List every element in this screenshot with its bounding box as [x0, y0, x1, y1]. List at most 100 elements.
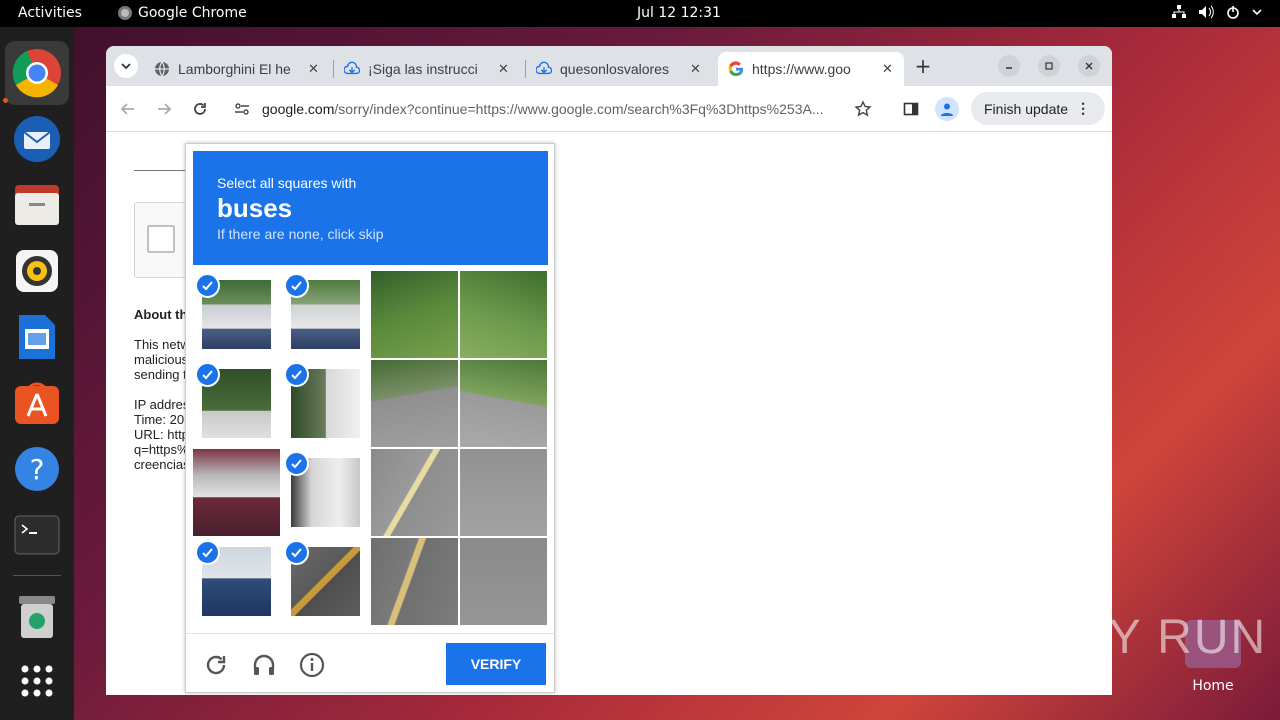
- dock-writer[interactable]: [5, 305, 69, 369]
- arrow-left-icon: [120, 103, 134, 115]
- checkmark-icon: [195, 273, 220, 298]
- tab-lamborghini[interactable]: Lamborghini El he ✕: [146, 52, 328, 86]
- chevron-down-icon: [121, 63, 131, 70]
- tab-google-active[interactable]: https://www.goo ✕: [718, 52, 904, 86]
- site-settings-icon[interactable]: [234, 101, 250, 121]
- dock-terminal[interactable]: [5, 503, 69, 567]
- close-icon[interactable]: ✕: [498, 61, 509, 77]
- para-line: malicious: [134, 352, 189, 367]
- tile-image: [193, 449, 280, 536]
- minimize-button[interactable]: [998, 55, 1020, 77]
- reload-button[interactable]: [189, 98, 211, 120]
- dock-show-apps[interactable]: [5, 649, 69, 713]
- tile-image: [460, 271, 547, 358]
- url-text[interactable]: google.com/sorry/index?continue=https://…: [262, 101, 846, 117]
- close-icon[interactable]: ✕: [690, 61, 701, 77]
- checkmark-icon: [195, 540, 220, 565]
- captcha-tile[interactable]: [282, 538, 369, 625]
- system-tray[interactable]: [1172, 5, 1262, 23]
- side-panel-button[interactable]: [900, 98, 922, 120]
- app-menu[interactable]: Google Chrome: [118, 5, 247, 21]
- finish-update-button[interactable]: Finish update ⋮: [971, 92, 1105, 125]
- para-line: URL: http: [134, 427, 189, 442]
- download-icon: [344, 61, 360, 77]
- para-line: sending t: [134, 367, 187, 382]
- dock-thunderbird[interactable]: [5, 107, 69, 171]
- tab-siga[interactable]: ¡Siga las instrucci ✕: [338, 52, 520, 86]
- reload-challenge-button[interactable]: [203, 652, 229, 678]
- maximize-button[interactable]: [1038, 55, 1060, 77]
- writer-icon: [19, 315, 55, 359]
- captcha-tile[interactable]: [460, 449, 547, 536]
- about-paragraph: This netw malicious sending t: [134, 337, 190, 382]
- captcha-tile[interactable]: [282, 449, 369, 536]
- checkmark-icon: [195, 362, 220, 387]
- info-button[interactable]: [299, 652, 325, 678]
- captcha-tile[interactable]: [193, 360, 280, 447]
- para-line: q=https%: [134, 442, 189, 457]
- dock-trash[interactable]: [5, 585, 69, 649]
- captcha-tile[interactable]: [193, 538, 280, 625]
- running-indicator: [3, 98, 8, 103]
- activities-button[interactable]: Activities: [18, 5, 82, 21]
- captcha-tile[interactable]: [460, 271, 547, 358]
- dock-app-center[interactable]: [5, 371, 69, 435]
- back-button[interactable]: [117, 98, 139, 120]
- tile-image: [371, 271, 458, 358]
- power-icon: [1226, 5, 1240, 23]
- captcha-tile[interactable]: [282, 360, 369, 447]
- verify-button[interactable]: VERIFY: [446, 643, 546, 685]
- checkmark-icon: [284, 273, 309, 298]
- network-icon: [1172, 5, 1186, 23]
- close-icon[interactable]: ✕: [882, 61, 893, 77]
- dock-chrome[interactable]: [5, 41, 69, 105]
- bookmark-star-icon[interactable]: [854, 100, 872, 122]
- tab-quesonlosvalores[interactable]: quesonlosvalores ✕: [530, 52, 716, 86]
- tile-image: [371, 360, 458, 447]
- svg-text:?: ?: [30, 453, 45, 486]
- tab-title: quesonlosvalores: [560, 61, 669, 77]
- forward-button[interactable]: [153, 98, 175, 120]
- thunderbird-icon: [14, 116, 60, 162]
- dock-files[interactable]: [5, 173, 69, 237]
- close-icon[interactable]: ✕: [308, 61, 319, 77]
- tab-title: Lamborghini El he: [178, 61, 291, 77]
- captcha-tile[interactable]: [193, 271, 280, 358]
- tab-search-button[interactable]: [114, 54, 138, 78]
- maximize-icon: [1045, 62, 1053, 70]
- profile-icon: [941, 103, 953, 116]
- tile-image: [371, 449, 458, 536]
- captcha-tile[interactable]: [371, 449, 458, 536]
- challenge-grid: [193, 271, 548, 626]
- more-vert-icon: ⋮: [1076, 100, 1091, 116]
- address-bar[interactable]: google.com/sorry/index?continue=https://…: [224, 93, 884, 125]
- top-bar: Activities Google Chrome Jul 12 12:31: [0, 0, 1280, 27]
- terminal-icon: [14, 515, 60, 555]
- profile-button[interactable]: [935, 97, 959, 121]
- captcha-tile[interactable]: [371, 271, 458, 358]
- captcha-tile[interactable]: [371, 360, 458, 447]
- captcha-tile[interactable]: [193, 449, 280, 536]
- para-line: This netw: [134, 337, 190, 352]
- captcha-tile[interactable]: [282, 271, 369, 358]
- captcha-tile[interactable]: [371, 538, 458, 625]
- para-line: creencias: [134, 457, 190, 472]
- side-panel-icon: [903, 102, 919, 116]
- clock[interactable]: Jul 12 12:31: [637, 5, 721, 21]
- new-tab-button[interactable]: +: [912, 54, 934, 78]
- audio-challenge-button[interactable]: [251, 652, 277, 678]
- close-window-button[interactable]: [1078, 55, 1100, 77]
- checkmark-icon: [284, 540, 309, 565]
- recaptcha-checkbox[interactable]: [147, 225, 175, 253]
- browser-toolbar: google.com/sorry/index?continue=https://…: [106, 86, 1112, 132]
- headphones-icon: [253, 654, 275, 675]
- close-icon: [1085, 62, 1093, 70]
- dock-rhythmbox[interactable]: [5, 239, 69, 303]
- captcha-tile[interactable]: [460, 360, 547, 447]
- app-name-label: Google Chrome: [138, 5, 247, 21]
- url-host: google.com: [262, 101, 335, 117]
- dock-help[interactable]: ?: [5, 437, 69, 501]
- minimize-icon: [1006, 67, 1012, 69]
- download-icon: [536, 61, 552, 77]
- captcha-tile[interactable]: [460, 538, 547, 625]
